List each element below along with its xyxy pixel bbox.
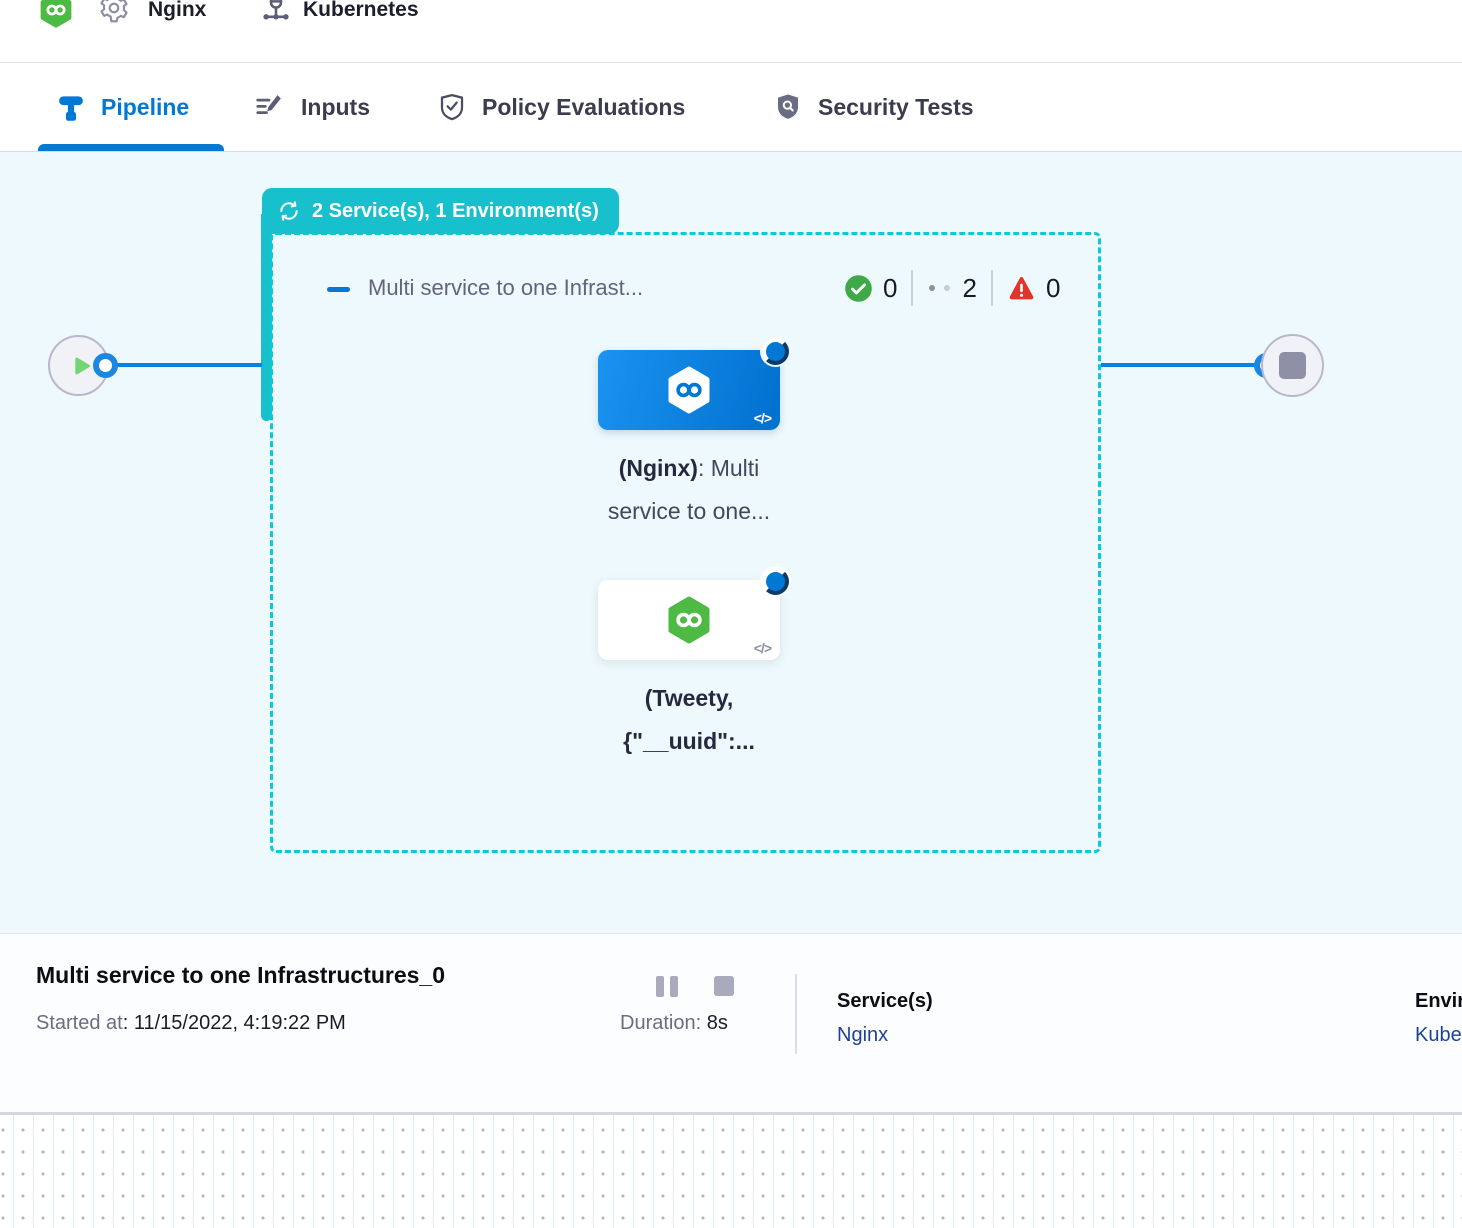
- node-label-bold: (Tweety,: [645, 685, 734, 711]
- stage-header: Multi service to one Infrast... 0 2 0: [327, 270, 1047, 310]
- execution-header: Nginx Kubernetes: [0, 0, 1462, 63]
- node-label-line2: {"__uuid":...: [539, 720, 839, 763]
- success-count: 0: [883, 273, 897, 304]
- loop-refresh-icon: [277, 199, 301, 223]
- stage-status-counts: 0 2 0: [844, 270, 1060, 306]
- node-label-rest: : Multi: [698, 455, 759, 481]
- node-label-line2: service to one...: [539, 490, 839, 533]
- stage-group-badge[interactable]: 2 Service(s), 1 Environment(s): [262, 188, 619, 234]
- active-tab-underline: [38, 144, 224, 151]
- running-spinner-icon: [762, 568, 789, 595]
- pipeline-icon: [56, 92, 86, 122]
- shield-check-icon: [437, 91, 467, 123]
- duration: Duration: 8s: [620, 1012, 728, 1035]
- tab-policy-evaluations-label: Policy Evaluations: [482, 94, 685, 121]
- footer-divider: [795, 974, 797, 1054]
- shield-magnifier-icon: [773, 91, 803, 123]
- tab-inputs[interactable]: Inputs: [252, 63, 370, 151]
- kubernetes-infrastructure-icon: [259, 0, 293, 25]
- failed-count: 0: [1046, 273, 1060, 304]
- tab-pipeline[interactable]: Pipeline: [56, 63, 189, 151]
- edge-stage-to-end: [1101, 363, 1259, 367]
- service-node-tweety-label: (Tweety, {"__uuid":...: [539, 677, 839, 763]
- stage-run-title: Multi service to one Infrastructures_0: [36, 962, 445, 989]
- counts-divider: [911, 270, 913, 306]
- execution-tabbar: Pipeline Inputs Policy Evaluations: [0, 63, 1462, 152]
- environments-label: Environment(s): [1415, 990, 1462, 1013]
- code-glyph-icon: </>: [754, 410, 771, 426]
- environment-link[interactable]: Kubernetes: [1415, 1024, 1462, 1047]
- environments-summary: Environment(s) Kubernetes: [1415, 990, 1462, 1047]
- stage-title: Multi service to one Infrast...: [368, 275, 643, 301]
- tab-security-tests[interactable]: Security Tests: [773, 63, 974, 151]
- start-connector-dot: [93, 353, 118, 378]
- play-icon: [68, 353, 94, 379]
- started-at-label: Started at: [36, 1012, 123, 1034]
- running-spinner-icon: [762, 338, 789, 365]
- harness-logo-white-icon: [665, 366, 713, 414]
- code-glyph-icon: </>: [754, 640, 771, 656]
- harness-logo-green-icon: [665, 596, 713, 644]
- stop-button[interactable]: [714, 976, 734, 996]
- node-label-bold: (Nginx): [619, 455, 698, 481]
- success-check-icon: [844, 274, 873, 303]
- header-environment-name: Kubernetes: [303, 0, 419, 24]
- gear-icon: [98, 0, 130, 24]
- stage-group-badge-label: 2 Service(s), 1 Environment(s): [312, 200, 599, 223]
- tab-inputs-label: Inputs: [301, 94, 370, 121]
- tab-pipeline-label: Pipeline: [101, 94, 189, 121]
- tab-security-tests-label: Security Tests: [818, 94, 974, 121]
- pipeline-canvas[interactable]: 2 Service(s), 1 Environment(s) Multi ser…: [0, 152, 1462, 933]
- pending-dots-icon: [929, 285, 950, 291]
- service-link[interactable]: Nginx: [837, 1024, 933, 1047]
- service-node-nginx[interactable]: </>: [598, 350, 780, 430]
- pause-button[interactable]: [656, 976, 678, 997]
- collapse-stage-button[interactable]: [327, 287, 350, 292]
- console-grid-area: [0, 1112, 1462, 1228]
- services-label: Service(s): [837, 990, 933, 1013]
- service-node-tweety[interactable]: </>: [598, 580, 780, 660]
- service-node-nginx-label: (Nginx): Multi service to one...: [539, 447, 839, 533]
- counts-divider: [991, 270, 993, 306]
- stop-square-icon: [1279, 352, 1306, 379]
- harness-service-logo-icon: [38, 0, 74, 29]
- pipeline-execution-page: Nginx Kubernetes Pipeline: [0, 0, 1462, 1228]
- error-warning-icon: [1007, 274, 1036, 303]
- started-at: Started at: 11/15/2022, 4:19:22 PM: [36, 1012, 346, 1035]
- services-summary: Service(s) Nginx: [837, 990, 933, 1047]
- duration-label: Duration:: [620, 1012, 707, 1034]
- tab-policy-evaluations[interactable]: Policy Evaluations: [437, 63, 685, 151]
- header-service-name: Nginx: [148, 0, 206, 24]
- edge-start-to-stage: [104, 363, 262, 367]
- duration-value: 8s: [707, 1012, 728, 1034]
- pending-count: 2: [962, 273, 976, 304]
- inputs-icon: [252, 92, 286, 122]
- execution-info-bar: Multi service to one Infrastructures_0 S…: [0, 933, 1462, 1112]
- pipeline-end-node: [1261, 334, 1324, 397]
- started-at-value: : 11/15/2022, 4:19:22 PM: [123, 1012, 346, 1034]
